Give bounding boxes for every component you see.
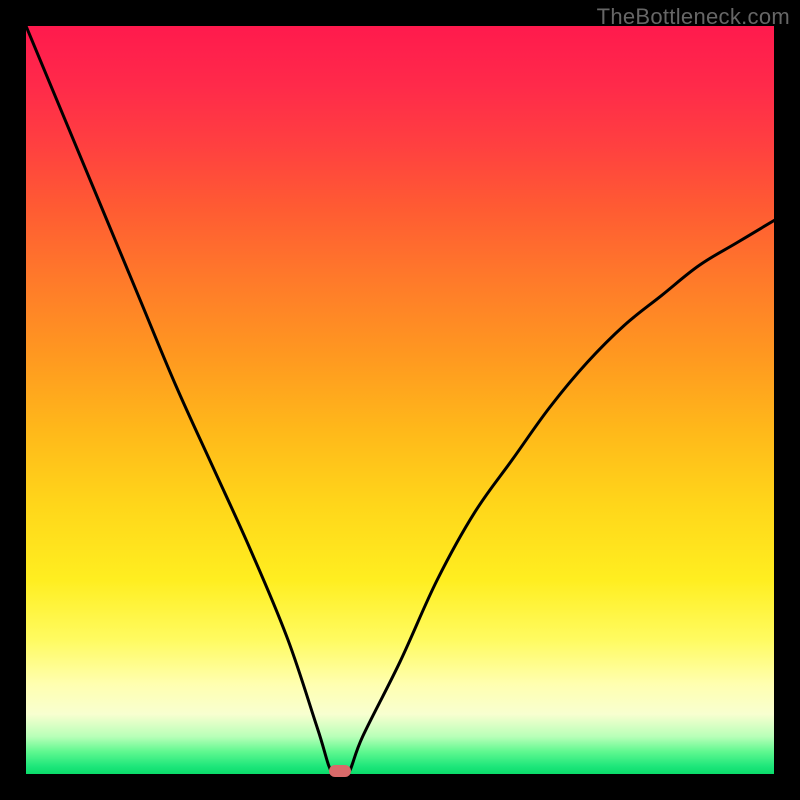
plot-area xyxy=(26,26,774,774)
watermark-text: TheBottleneck.com xyxy=(597,4,790,30)
optimal-point-marker xyxy=(329,765,351,777)
bottleneck-curve xyxy=(26,26,774,774)
